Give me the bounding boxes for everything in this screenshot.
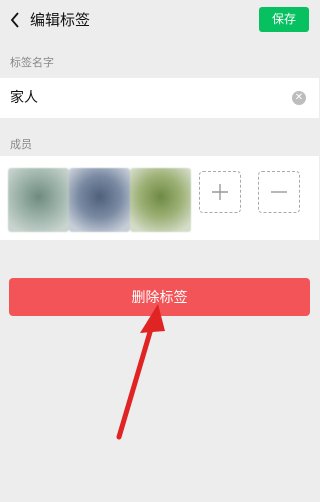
tag-name-label: 标签名字: [10, 56, 54, 69]
avatar[interactable]: [8, 168, 69, 232]
tag-name-field[interactable]: 家人 ✕: [0, 78, 319, 118]
top-bar: 编辑标签 保存: [0, 0, 319, 40]
plus-icon: [212, 184, 228, 200]
back-icon[interactable]: [8, 10, 22, 30]
add-member-button[interactable]: [199, 171, 241, 213]
avatar[interactable]: [69, 168, 130, 232]
member-avatars: [8, 168, 192, 232]
avatar[interactable]: [130, 168, 191, 232]
members-panel: [0, 156, 319, 240]
save-button[interactable]: 保存: [259, 7, 309, 32]
page-title: 编辑标签: [30, 11, 91, 29]
tag-name-value[interactable]: 家人: [10, 88, 38, 108]
clear-icon[interactable]: ✕: [292, 91, 306, 105]
annotation-arrow: [116, 304, 165, 440]
remove-member-button[interactable]: [258, 171, 300, 213]
minus-icon: [271, 191, 287, 193]
delete-tag-button[interactable]: 删除标签: [9, 278, 310, 316]
members-label: 成员: [10, 138, 32, 151]
